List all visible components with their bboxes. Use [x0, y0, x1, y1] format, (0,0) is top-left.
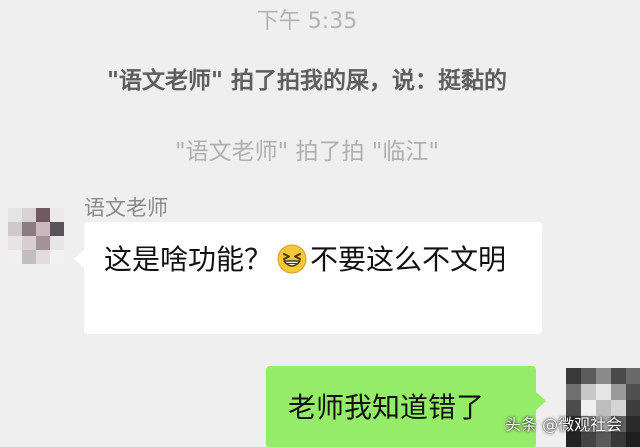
outgoing-message-text: 老师我知道错了 [288, 391, 485, 424]
pat-notice-primary: "语文老师" 拍了拍我的屎，说：挺黏的 [107, 68, 507, 94]
self-avatar[interactable] [566, 368, 640, 447]
source-watermark: 头条 @微观社会 [505, 415, 623, 434]
message-timestamp: 下午 5:35 [256, 9, 358, 34]
sender-name: 语文老师 [84, 196, 168, 220]
pat-notice-secondary: "语文老师" 拍了拍 "临江" [175, 139, 439, 165]
incoming-message-text-start: 这是啥功能？ [104, 243, 273, 276]
incoming-message-text-end: 不要这么不文明 [310, 243, 507, 276]
outgoing-message-bubble[interactable]: 老师我知道错了 [266, 366, 546, 447]
sender-avatar[interactable] [8, 208, 66, 270]
grinning-squint-emoji-icon [277, 244, 307, 274]
incoming-message-bubble[interactable]: 这是啥功能？ 不要这么不文明 [74, 222, 542, 334]
